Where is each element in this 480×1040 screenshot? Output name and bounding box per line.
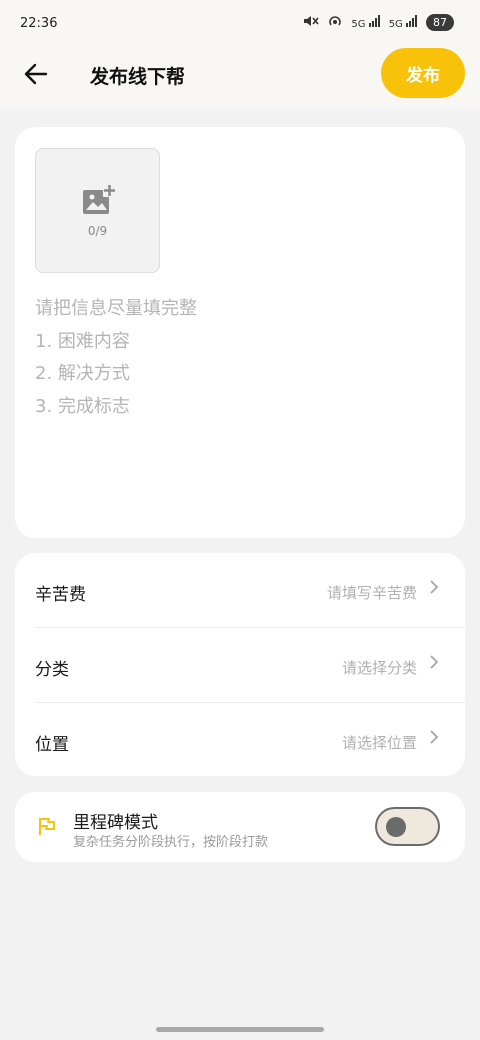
network-type-2: 5G (388, 19, 403, 30)
page-title: 发布线下帮 (90, 66, 186, 88)
content-card: 0/9 请把信息尽量填完整 1. 困难内容 2. 解决方式 3. 完成标志 (15, 127, 465, 538)
milestone-card: 里程碑模式 复杂任务分阶段执行，按阶段打款 (15, 792, 465, 862)
milestone-title: 里程碑模式 (73, 813, 158, 833)
status-bar: 22:36 5G 5G 87 (0, 0, 480, 46)
location-placeholder: 请选择位置 (341, 734, 417, 752)
hint-line: 请把信息尽量填完整 (35, 298, 197, 319)
fee-label: 辛苦费 (35, 585, 86, 605)
category-row[interactable]: 分类 请选择分类 (35, 627, 465, 701)
fields-card: 辛苦费 请填写辛苦费 分类 请选择分类 位置 请选择位置 (15, 553, 465, 776)
milestone-subtitle: 复杂任务分阶段执行，按阶段打款 (73, 835, 269, 850)
chevron-right-icon (429, 579, 439, 600)
network-type-1: 5G (351, 19, 366, 30)
add-photo-icon (83, 184, 116, 214)
description-input[interactable]: 请把信息尽量填完整 1. 困难内容 2. 解决方式 3. 完成标志 (35, 293, 197, 423)
toggle-knob (386, 817, 406, 837)
hint-line: 3. 完成标志 (35, 395, 130, 417)
mute-icon (303, 14, 319, 31)
fee-placeholder: 请填写辛苦费 (326, 584, 417, 602)
arrow-left-icon (24, 63, 48, 85)
hotspot-icon (327, 13, 343, 32)
fee-row[interactable]: 辛苦费 请填写辛苦费 (35, 553, 465, 627)
publish-button[interactable]: 发布 (381, 48, 465, 98)
hint-line: 2. 解决方式 (35, 363, 130, 384)
header: 发布线下帮 发布 (0, 46, 480, 108)
signal-icon-2: 5G (389, 15, 418, 30)
milestone-toggle[interactable] (375, 807, 440, 846)
chevron-right-icon (429, 654, 439, 675)
signal-icon-1: 5G (351, 15, 380, 30)
location-row[interactable]: 位置 请选择位置 (35, 702, 465, 776)
category-placeholder: 请选择分类 (341, 659, 417, 677)
back-button[interactable] (22, 60, 50, 88)
upload-count: 0/9 (87, 224, 108, 238)
location-label: 位置 (35, 735, 69, 755)
status-time: 22:36 (20, 16, 58, 31)
battery-indicator: 87 (426, 14, 454, 31)
home-indicator[interactable] (156, 1027, 324, 1032)
chevron-right-icon (429, 729, 439, 750)
flag-icon (39, 818, 55, 835)
status-icons: 5G 5G 87 (303, 13, 454, 32)
category-label: 分类 (35, 660, 69, 680)
hint-line: 1. 困难内容 (35, 330, 130, 352)
image-upload-button[interactable]: 0/9 (35, 148, 160, 273)
